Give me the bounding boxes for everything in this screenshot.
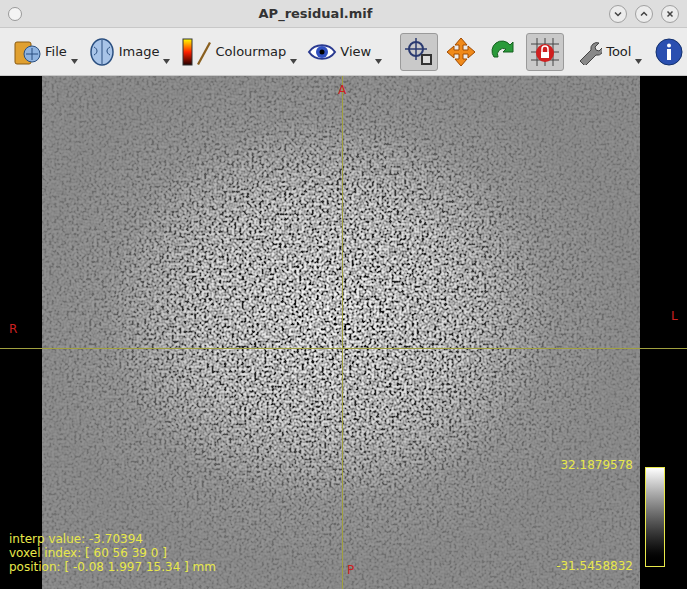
mode-button[interactable] bbox=[526, 33, 564, 71]
close-button[interactable] bbox=[661, 5, 679, 23]
colorbar bbox=[645, 467, 665, 567]
window-title: AP_residual.mif bbox=[22, 4, 609, 24]
mode-button[interactable] bbox=[484, 33, 522, 71]
folder-icon bbox=[12, 37, 42, 67]
lock-grid-icon bbox=[529, 36, 561, 68]
toolbar: FileImageColourmapView Tool bbox=[0, 28, 687, 76]
colourmap-icon bbox=[180, 36, 212, 68]
orientation-bottom: P bbox=[347, 564, 354, 576]
colorbar-max: 32.1879578 bbox=[560, 459, 633, 471]
window-menu-button[interactable] bbox=[8, 7, 22, 21]
info-button[interactable] bbox=[654, 37, 684, 67]
title-bar[interactable]: AP_residual.mif bbox=[0, 0, 687, 28]
close-icon bbox=[665, 9, 675, 19]
info-icon bbox=[654, 37, 684, 67]
minimize-icon bbox=[613, 9, 623, 19]
dropdown-arrow-icon bbox=[290, 59, 297, 64]
tool-menu[interactable]: Tool bbox=[576, 32, 642, 72]
viewport[interactable]: A P R Linterp value: -3.70394voxel index: [… bbox=[0, 76, 687, 589]
app-window: AP_residual.mif FileImageColourmapView Too… bbox=[0, 0, 687, 589]
move-icon bbox=[445, 36, 477, 68]
dropdown-arrow-icon bbox=[163, 59, 170, 64]
mode-button[interactable] bbox=[400, 33, 438, 71]
toolbar-menu[interactable]: Colourmap bbox=[180, 32, 297, 72]
orientation-top: A bbox=[338, 84, 346, 96]
maximize-icon bbox=[639, 9, 649, 19]
residual-image[interactable] bbox=[42, 76, 640, 589]
brain-icon bbox=[88, 37, 116, 67]
dropdown-arrow-icon bbox=[635, 59, 642, 64]
mode-button[interactable] bbox=[442, 33, 480, 71]
info-line: voxel index: [ 60 56 39 0 ] bbox=[9, 546, 216, 560]
toolbar-menu[interactable]: View bbox=[307, 32, 382, 72]
dropdown-arrow-icon bbox=[71, 59, 78, 64]
crosshair-vertical bbox=[342, 76, 343, 589]
orientation-right: L bbox=[671, 310, 678, 322]
crosshair-icon bbox=[404, 37, 434, 67]
crosshair-horizontal bbox=[0, 348, 687, 349]
orientation-left: R bbox=[9, 323, 17, 335]
window-controls bbox=[609, 5, 679, 23]
minimize-button[interactable] bbox=[609, 5, 627, 23]
mode-group bbox=[400, 33, 564, 71]
info-line: interp value: -3.70394 bbox=[9, 532, 216, 546]
maximize-button[interactable] bbox=[635, 5, 653, 23]
wrench-icon bbox=[576, 39, 602, 65]
dropdown-arrow-icon bbox=[375, 59, 382, 64]
toolbar-menu[interactable]: Image bbox=[88, 32, 171, 72]
rotate-icon bbox=[488, 37, 518, 67]
image-area bbox=[42, 76, 640, 589]
viewport-margin bbox=[0, 76, 42, 589]
colorbar-min: -31.5458832 bbox=[556, 560, 633, 572]
info-line: position: [ -0.08 1.997 15.34 ] mm bbox=[9, 560, 216, 574]
toolbar-menu[interactable]: File bbox=[12, 32, 78, 72]
info-overlay: interp value: -3.70394voxel index: [ 60 … bbox=[9, 532, 216, 574]
eye-icon bbox=[307, 40, 337, 64]
